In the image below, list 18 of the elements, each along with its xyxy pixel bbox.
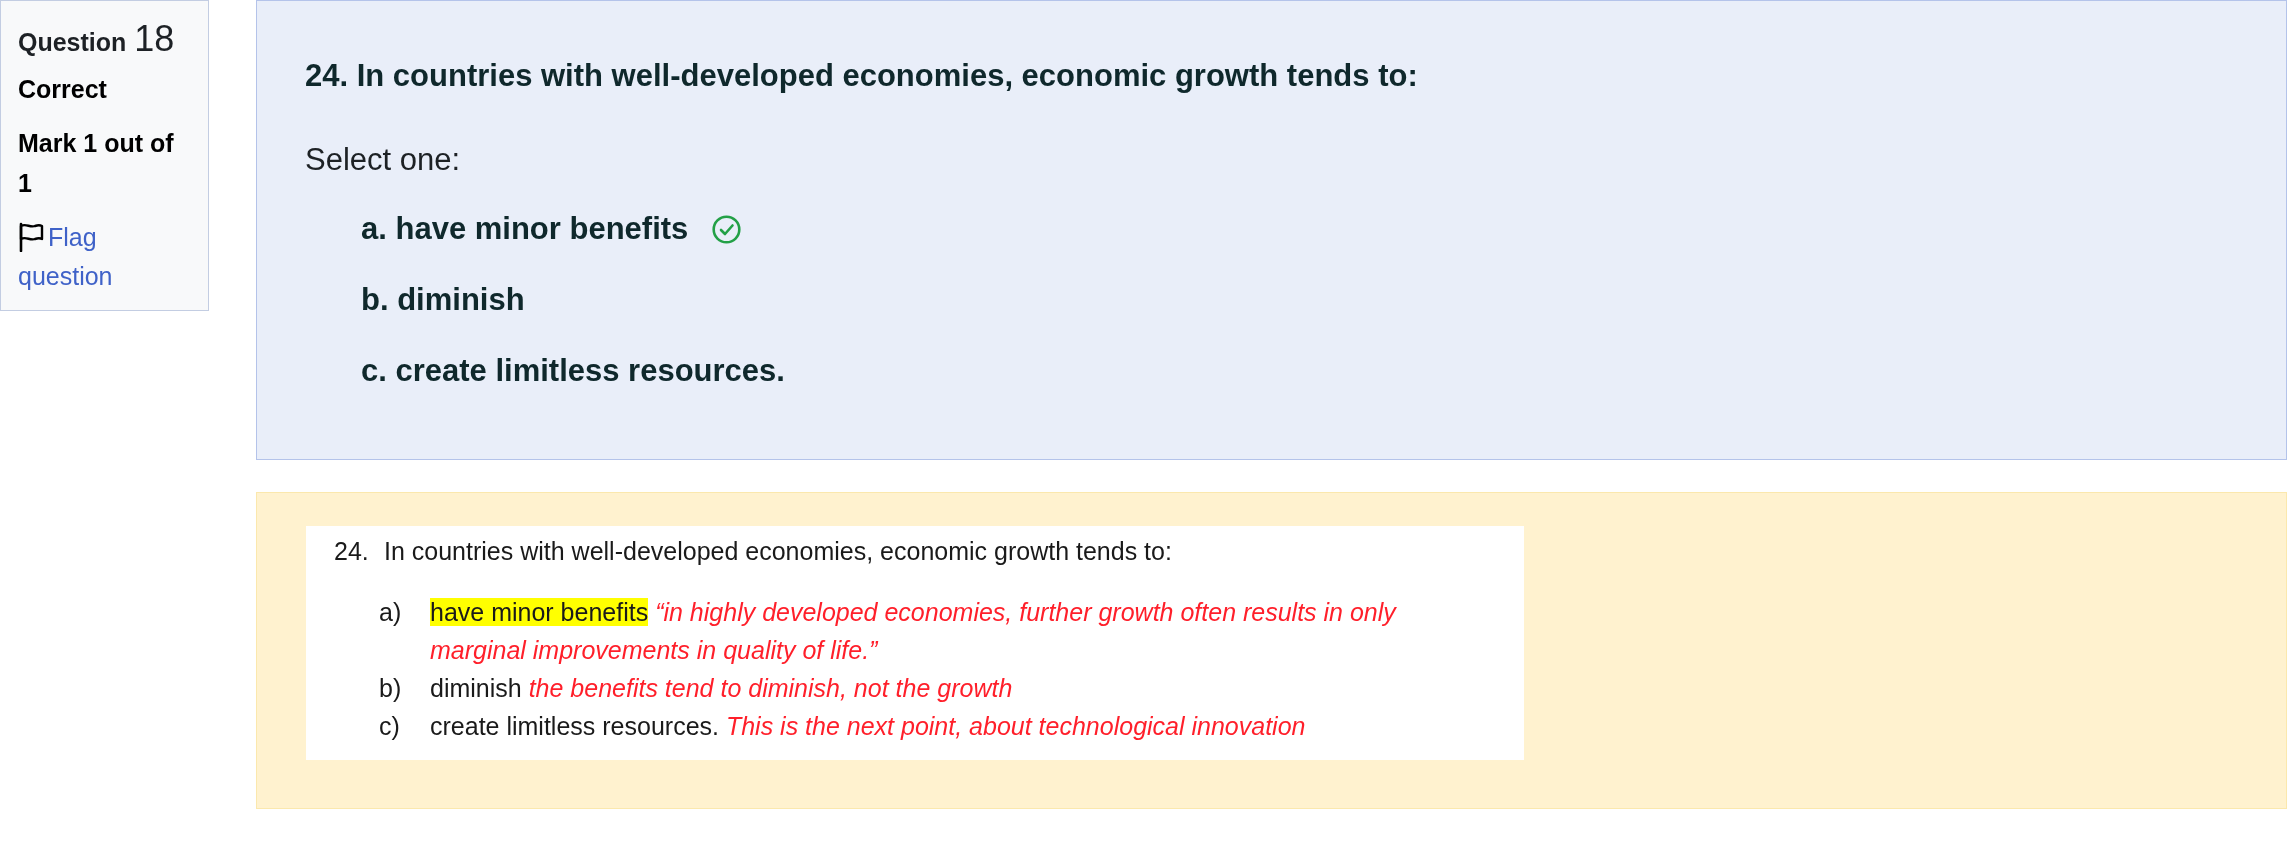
answer-explanation: diminish the benefits tend to diminish, not the growth xyxy=(430,673,1013,704)
question-label: Question xyxy=(18,27,127,58)
answer-explanation: create limitless resources. This is the next point, about technological innovation xyxy=(430,711,1306,742)
question-state: Correct xyxy=(18,74,108,104)
option-letter: a) xyxy=(379,597,403,628)
document-number: 24. xyxy=(334,536,370,567)
option-letter: b) xyxy=(379,673,403,704)
select-one-prompt: Select one: xyxy=(305,142,462,178)
answer-option[interactable]: c. create limitless resources. xyxy=(361,353,785,389)
answer-option[interactable]: b. diminish xyxy=(361,282,525,318)
answer-explanation: have minor benefits “in highly developed economies, further growth often results in only marginal improvements in quality of life.” xyxy=(430,597,1398,666)
option-letter: c) xyxy=(379,711,401,742)
question-text: 24. In countries with well-developed economies, economic growth tends to: xyxy=(305,58,1419,94)
flag-question-link[interactable]: Flag question xyxy=(18,218,184,296)
answer-option[interactable]: a. have minor benefits xyxy=(361,211,689,247)
question-number: 18 xyxy=(134,17,175,61)
document-question: In countries with well-developed economies, economic growth tends to: xyxy=(384,536,1172,567)
question-grade: Mark 1 out of 1 xyxy=(18,128,175,199)
